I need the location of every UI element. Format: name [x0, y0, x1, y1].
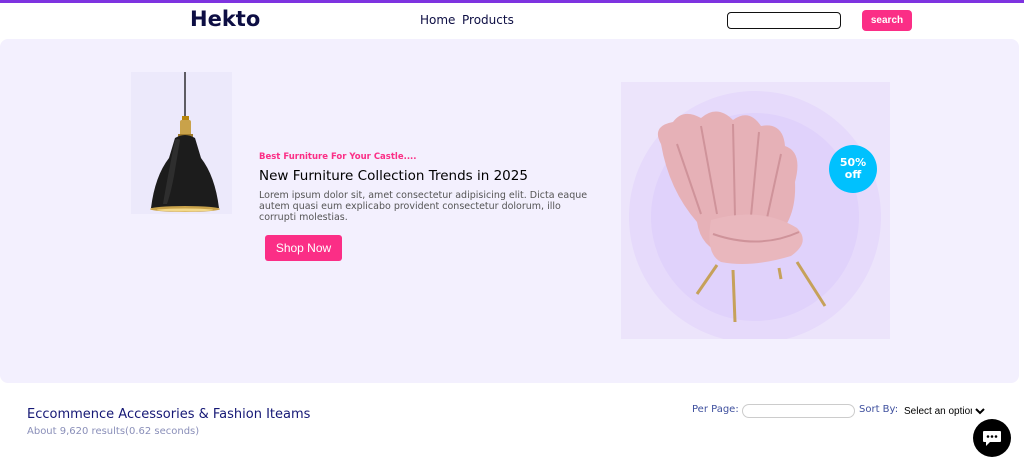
nav-link-products[interactable]: Products	[462, 13, 514, 27]
chat-bubble-icon	[983, 431, 1001, 446]
results-title: Eccommence Accessories & Fashion Iteams	[27, 407, 311, 422]
hero-headline: New Furniture Collection Trends in 2025	[259, 168, 528, 184]
chat-button[interactable]	[973, 419, 1011, 457]
navbar: Hekto Home Products search	[0, 3, 1024, 39]
search-button[interactable]: search	[862, 10, 912, 31]
hero-text: Best Furniture For Your Castle.... New F…	[259, 152, 599, 223]
sort-by-label: Sort By:	[859, 404, 899, 415]
hero-description: Lorem ipsum dolor sit, amet consectetur …	[259, 190, 588, 223]
per-page-label: Per Page:	[692, 404, 739, 415]
discount-off: off	[844, 168, 862, 181]
logo[interactable]: Hekto	[190, 7, 260, 31]
discount-label: 50% off	[828, 157, 878, 181]
sort-by-select[interactable]: Select an option	[900, 403, 988, 419]
chair-image	[621, 82, 890, 339]
hero-banner: Best Furniture For Your Castle.... New F…	[0, 39, 1019, 383]
search-input[interactable]	[727, 12, 841, 29]
results-count: About 9,620 results(0.62 seconds)	[27, 426, 200, 437]
per-page-input[interactable]	[742, 404, 855, 418]
lamp-image	[131, 72, 232, 214]
nav-link-home[interactable]: Home	[420, 13, 455, 27]
shop-now-button[interactable]: Shop Now	[265, 235, 342, 261]
hero-tagline: Best Furniture For Your Castle....	[259, 152, 417, 162]
